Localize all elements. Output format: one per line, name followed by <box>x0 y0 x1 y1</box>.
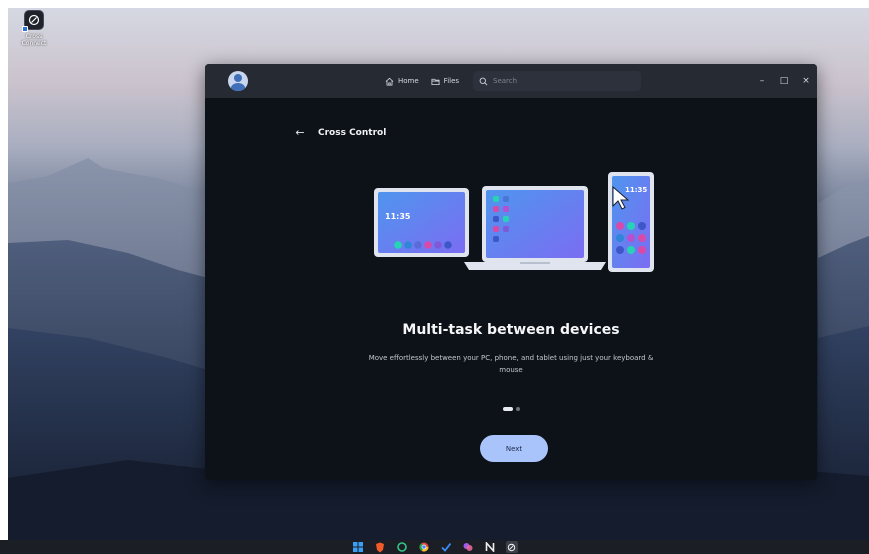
nav-files-label: Files <box>443 77 460 85</box>
headline: Multi-task between devices <box>402 322 620 338</box>
window-controls: – □ × <box>751 64 817 98</box>
back-navigation: ← Cross Control <box>294 126 386 139</box>
pagination-dot-active[interactable] <box>503 407 513 411</box>
folder-icon <box>431 78 440 85</box>
next-button[interactable]: Next <box>480 435 548 462</box>
circle-app-icon[interactable] <box>396 541 408 553</box>
pagination-dot[interactable] <box>516 407 520 411</box>
laptop-device <box>464 186 606 270</box>
cross-connect-icon[interactable] <box>505 541 518 553</box>
notion-icon[interactable] <box>484 541 496 553</box>
shortcut-arrow-icon <box>22 26 28 32</box>
checkmark-app-icon[interactable] <box>440 541 452 553</box>
nav-home-label: Home <box>398 77 419 85</box>
nav-home[interactable]: Home <box>383 71 421 91</box>
search-input[interactable] <box>493 77 633 85</box>
chrome-icon[interactable] <box>418 541 430 553</box>
tablet-time: 11:35 <box>385 212 411 221</box>
title-bar: Home Files – □ × <box>205 64 817 98</box>
phone-time: 11:35 <box>625 186 647 194</box>
colorful-app-icon[interactable] <box>462 541 474 553</box>
home-icon <box>385 77 394 86</box>
close-button[interactable]: × <box>795 64 817 98</box>
desktop-shortcut-cross-connect[interactable]: Cross Connect <box>16 10 52 47</box>
brave-browser-icon[interactable] <box>374 541 386 553</box>
phone-device: 11:35 <box>608 172 654 272</box>
minimize-button[interactable]: – <box>751 64 773 98</box>
search-icon <box>479 77 488 85</box>
nav-files[interactable]: Files <box>429 71 461 91</box>
search-box[interactable] <box>473 71 641 91</box>
windows-start-icon[interactable] <box>352 541 364 553</box>
app-window: Home Files – □ × ← Cross Control <box>205 64 817 480</box>
back-arrow-icon[interactable]: ← <box>294 126 306 139</box>
devices-illustration: 11:35 11:35 <box>374 172 654 272</box>
tablet-device: 11:35 <box>374 188 469 257</box>
desktop-icon-label: Cross Connect <box>21 33 47 47</box>
user-avatar[interactable] <box>228 71 248 91</box>
description: Move effortlessly between your PC, phone… <box>368 354 654 374</box>
maximize-button[interactable]: □ <box>773 64 795 98</box>
top-navigation: Home Files <box>383 64 461 98</box>
taskbar <box>0 540 869 554</box>
page-title: Cross Control <box>318 127 387 138</box>
pagination-dots <box>503 407 520 411</box>
